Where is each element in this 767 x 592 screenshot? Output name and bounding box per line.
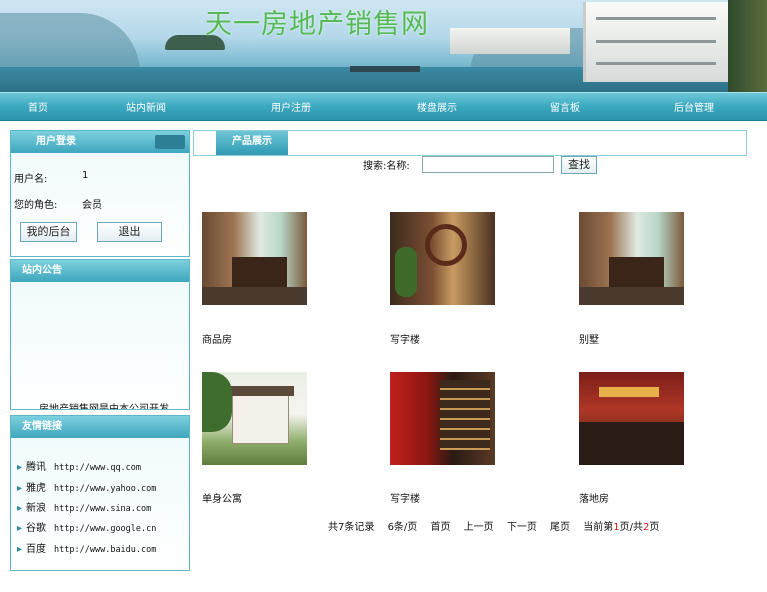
nav-admin[interactable]: 后台管理: [674, 99, 714, 114]
search-button[interactable]: 查找: [561, 156, 597, 174]
product-name[interactable]: 写字楼: [390, 490, 420, 505]
product-name[interactable]: 落地房: [579, 490, 609, 505]
nav-guestbook[interactable]: 留言板: [550, 99, 580, 114]
username-value: 1: [82, 170, 89, 181]
friend-links-body: ▸ 腾讯 http://www.qq.com ▸ 雅虎 http://www.yahoo…: [11, 438, 189, 570]
nav-news[interactable]: 站内新闻: [126, 99, 166, 114]
search-label: 搜索:名称:: [363, 161, 410, 172]
friend-link-item[interactable]: ▸ 百度 http://www.baidu.com: [17, 540, 156, 555]
tree: [728, 0, 767, 93]
current-prefix: 当前第: [583, 522, 614, 533]
arrow-icon: ▸: [17, 462, 23, 473]
pavilion-icon: [155, 135, 185, 149]
product-panel-header: 产品展示: [193, 130, 747, 156]
login-panel-header: 用户登录: [11, 131, 189, 153]
friend-link-item[interactable]: ▸ 腾讯 http://www.qq.com: [17, 458, 141, 473]
product-name[interactable]: 写字楼: [390, 331, 420, 346]
arrow-icon: ▸: [17, 503, 23, 514]
link-url: http://www.baidu.com: [54, 545, 157, 555]
product-image-office-1[interactable]: [390, 212, 495, 305]
prev-page-link[interactable]: 上一页: [464, 522, 494, 533]
link-name: 谷歌: [26, 523, 47, 534]
product-panel-tab: 产品展示: [216, 131, 288, 155]
friend-link-item[interactable]: ▸ 新浪 http://www.sina.com: [17, 499, 151, 514]
product-name[interactable]: 单身公寓: [202, 490, 242, 505]
pagination: 共7条记录 6条/页 首页 上一页 下一页 尾页 当前第1页/共2页: [328, 518, 659, 533]
product-image-villa[interactable]: [579, 212, 684, 305]
friend-link-item[interactable]: ▸ 谷歌 http://www.google.cn: [17, 519, 156, 534]
main-nav: 首页 站内新闻 用户注册 楼盘展示 留言板 后台管理: [0, 92, 767, 121]
current-suffix: 页: [649, 522, 660, 533]
role-label: 您的角色:: [14, 200, 58, 211]
link-name: 雅虎: [26, 483, 47, 494]
link-url: http://www.qq.com: [54, 463, 142, 473]
login-panel-body: 用户名: 1 您的角色: 会员 我的后台 退出: [11, 153, 189, 256]
friend-link-item[interactable]: ▸ 雅虎 http://www.yahoo.com: [17, 479, 156, 494]
arrow-icon: ▸: [17, 523, 23, 534]
login-panel-title: 用户登录: [36, 136, 76, 147]
link-name: 百度: [26, 544, 47, 555]
last-page-link[interactable]: 尾页: [550, 522, 570, 533]
product-name[interactable]: 别墅: [579, 331, 599, 346]
villa-building: [583, 2, 731, 82]
logout-button[interactable]: 退出: [97, 222, 162, 242]
current-page-info: 当前第1页/共2页: [583, 522, 659, 533]
villa-group-left: [450, 28, 570, 54]
role-value: 会员: [82, 200, 102, 211]
nav-property-showcase[interactable]: 楼盘展示: [417, 99, 457, 114]
boat: [350, 66, 420, 72]
username-label: 用户名:: [14, 174, 48, 185]
notice-panel-header: 站内公告: [11, 260, 189, 282]
friend-links-panel: 友情链接 ▸ 腾讯 http://www.qq.com ▸ 雅虎 http://www.…: [10, 415, 190, 571]
total-records: 共7条记录: [328, 522, 375, 533]
product-image-commercial-housing[interactable]: [202, 212, 307, 305]
product-name[interactable]: 商品房: [202, 331, 232, 346]
notice-marquee: 房地产销售网是由本公司开发: [39, 400, 169, 409]
friend-links-header: 友情链接: [11, 416, 189, 438]
my-backend-button[interactable]: 我的后台: [20, 222, 77, 242]
current-mid: 页/共: [619, 522, 643, 533]
link-url: http://www.yahoo.com: [54, 484, 157, 494]
link-name: 新浪: [26, 503, 47, 514]
link-url: http://www.google.cn: [54, 524, 157, 534]
link-name: 腾讯: [26, 462, 47, 473]
notice-panel-body: 房地产销售网是由本公司开发: [11, 282, 189, 409]
product-image-office-2[interactable]: [390, 372, 495, 465]
per-page: 6条/页: [387, 522, 418, 533]
search-input[interactable]: [422, 156, 554, 173]
site-title: 天一房地产销售网: [205, 9, 429, 40]
product-image-single-apartment[interactable]: [202, 372, 307, 465]
login-panel: 用户登录 用户名: 1 您的角色: 会员 我的后台 退出: [10, 130, 190, 257]
nav-home[interactable]: 首页: [28, 99, 48, 114]
first-page-link[interactable]: 首页: [430, 522, 450, 533]
notice-panel: 站内公告 房地产销售网是由本公司开发: [10, 259, 190, 410]
nav-register[interactable]: 用户注册: [271, 99, 311, 114]
link-url: http://www.sina.com: [54, 504, 152, 514]
arrow-icon: ▸: [17, 544, 23, 555]
site-banner: 天一房地产销售网: [0, 0, 767, 93]
next-page-link[interactable]: 下一页: [507, 522, 537, 533]
arrow-icon: ▸: [17, 483, 23, 494]
product-image-ground-house[interactable]: [579, 372, 684, 465]
